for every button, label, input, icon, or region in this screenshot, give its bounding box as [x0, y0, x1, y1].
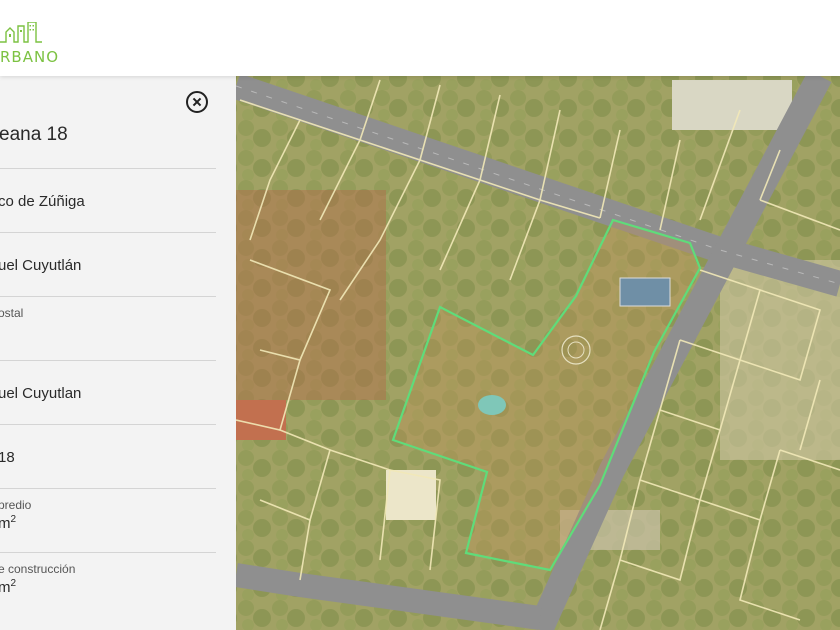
logo[interactable]: RBANO	[0, 22, 70, 66]
field-postal-code: ostal	[0, 296, 216, 360]
satellite-map[interactable]	[236, 76, 840, 630]
solar-panels	[619, 277, 671, 307]
field-street-value: co de Zúñiga	[0, 193, 85, 210]
field-neighborhood: uel Cuyutlán	[0, 232, 216, 296]
pool	[478, 395, 506, 415]
red-roof	[236, 400, 286, 440]
city-skyline-icon	[0, 22, 42, 43]
field-construction-area: e construcción m2	[0, 552, 216, 616]
field-street: co de Zúñiga	[0, 168, 216, 232]
field-neighborhood-value: uel Cuyutlán	[0, 257, 82, 274]
field-construction-area-value: m2	[0, 578, 17, 596]
rooftops-west	[236, 190, 386, 400]
field-municipality-value: uel Cuyutlan	[0, 385, 82, 402]
property-title: eana 18	[0, 124, 68, 145]
logo-text: RBANO	[0, 48, 60, 66]
field-municipality: uel Cuyutlan	[0, 360, 216, 424]
property-detail-panel: eana 18 co de Zúñiga uel Cuyutlán ostal …	[0, 76, 236, 630]
field-lot-area-label: predio	[0, 498, 32, 512]
header: RBANO	[0, 0, 840, 76]
map-canvas[interactable]	[236, 76, 840, 630]
field-lot-area: predio m2	[0, 488, 216, 552]
field-lot-area-value: m2	[0, 514, 17, 532]
field-number: 18	[0, 424, 216, 488]
app-window: RBANO eana 18 co de Zúñiga uel Cuyutlán …	[0, 0, 840, 630]
field-postal-code-label: ostal	[0, 306, 24, 320]
close-icon[interactable]	[186, 91, 208, 113]
field-construction-area-label: e construcción	[0, 562, 76, 576]
field-number-value: 18	[0, 449, 15, 466]
